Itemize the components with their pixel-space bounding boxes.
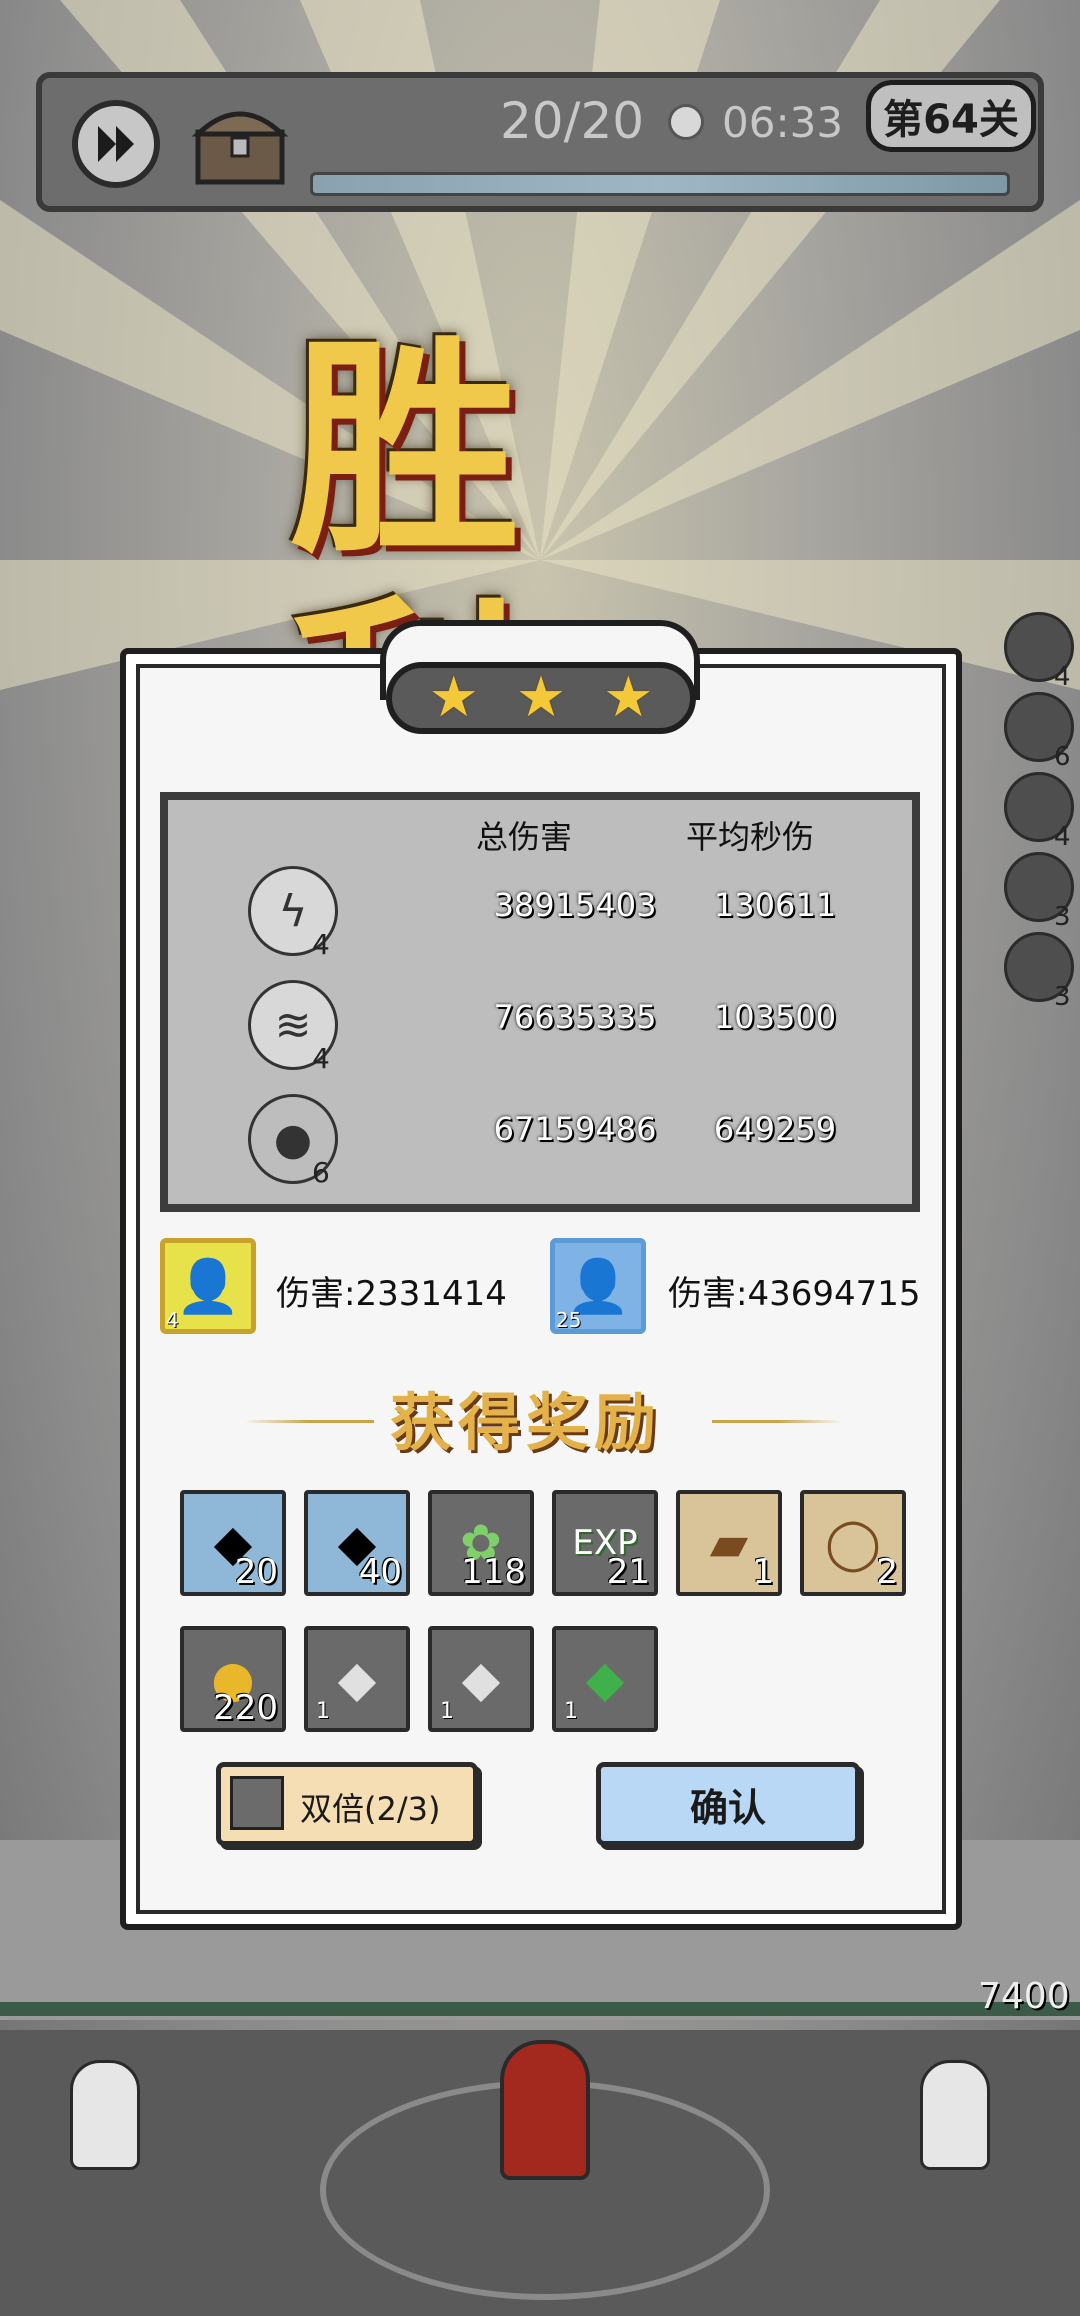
reward-count: 1 <box>440 1699 454 1724</box>
confirm-button[interactable]: 确认 <box>596 1762 860 1846</box>
reward-item[interactable]: EXP 21 <box>552 1490 658 1596</box>
total-damage-value: 76635335 <box>493 998 657 1036</box>
side-skill-count: 3 <box>1054 982 1071 1012</box>
wall-hp-value: 7400 <box>978 1976 1070 2017</box>
video-ad-icon <box>230 1776 284 1830</box>
reward-title: 获得奖励 <box>390 1386 663 1459</box>
fast-forward-button[interactable] <box>72 100 160 188</box>
side-skill-count: 3 <box>1054 902 1071 932</box>
ally-character <box>70 2060 140 2170</box>
chest-icon <box>191 111 289 185</box>
skill-level: 4 <box>312 928 330 961</box>
reward-item[interactable]: ◆ 1 <box>428 1626 534 1732</box>
skill-level: 4 <box>312 1042 330 1075</box>
total-damage-value: 67159486 <box>493 1110 657 1148</box>
reward-count: 1 <box>752 1552 774 1592</box>
header-average-dps: 平均秒伤 <box>686 818 815 856</box>
double-reward-label: 双倍(2/3) <box>300 1790 441 1828</box>
reward-item[interactable]: ▰ 1 <box>676 1490 782 1596</box>
clock-icon <box>668 104 704 140</box>
star-icon: ★ <box>603 665 654 730</box>
victory-title: 胜利 <box>290 315 560 840</box>
reward-item[interactable]: ◆ 40 <box>304 1490 410 1596</box>
side-skill-count: 4 <box>1054 822 1071 852</box>
reward-item[interactable]: ✿ 118 <box>428 1490 534 1596</box>
treasure-chest-button[interactable] <box>190 98 290 190</box>
wall-hp-line <box>0 2002 1080 2016</box>
reward-item[interactable]: ◆ 20 <box>180 1490 286 1596</box>
hero-damage: 伤害:2331414 <box>276 1274 507 1314</box>
reward-title-decoration <box>712 1420 842 1423</box>
reward-item[interactable]: ◆ 1 <box>552 1626 658 1732</box>
dps-value: 649259 <box>713 1110 837 1148</box>
fast-forward-icon <box>98 126 134 162</box>
boss-hp-bar <box>310 172 1010 196</box>
header-total-damage: 总伤害 <box>476 818 573 856</box>
reward-count: 20 <box>234 1552 278 1592</box>
reward-count: 118 <box>461 1552 526 1592</box>
reward-count: 1 <box>564 1699 578 1724</box>
wave-counter: 20/20 <box>500 92 645 150</box>
dps-value: 103500 <box>713 998 837 1036</box>
reward-item[interactable]: ◆ 1 <box>304 1626 410 1732</box>
reward-item[interactable]: ● 220 <box>180 1626 286 1732</box>
reward-count: 21 <box>606 1552 650 1592</box>
reward-item[interactable]: ◯ 2 <box>800 1490 906 1596</box>
wizard-character <box>500 2040 590 2180</box>
side-skill-count: 4 <box>1054 662 1071 692</box>
skill-level: 6 <box>312 1156 330 1189</box>
total-damage-value: 38915403 <box>493 886 657 924</box>
reward-title-decoration <box>244 1420 374 1423</box>
battle-timer: 06:33 <box>722 98 844 147</box>
side-skill-count: 6 <box>1054 742 1071 772</box>
hero-level: 25 <box>556 1308 582 1332</box>
reward-count: 40 <box>358 1552 402 1592</box>
ally-character <box>920 2060 990 2170</box>
reward-count: 1 <box>316 1699 330 1724</box>
star-icon: ★ <box>515 665 567 730</box>
level-badge: 第64关 <box>866 80 1036 152</box>
star-rating: ★ ★ ★ <box>386 662 696 734</box>
hero-level: 4 <box>166 1308 179 1332</box>
hero-damage: 伤害:43694715 <box>668 1274 921 1314</box>
dps-value: 130611 <box>713 886 837 924</box>
star-icon: ★ <box>428 665 479 730</box>
reward-count: 220 <box>213 1688 278 1728</box>
reward-count: 2 <box>876 1552 898 1592</box>
